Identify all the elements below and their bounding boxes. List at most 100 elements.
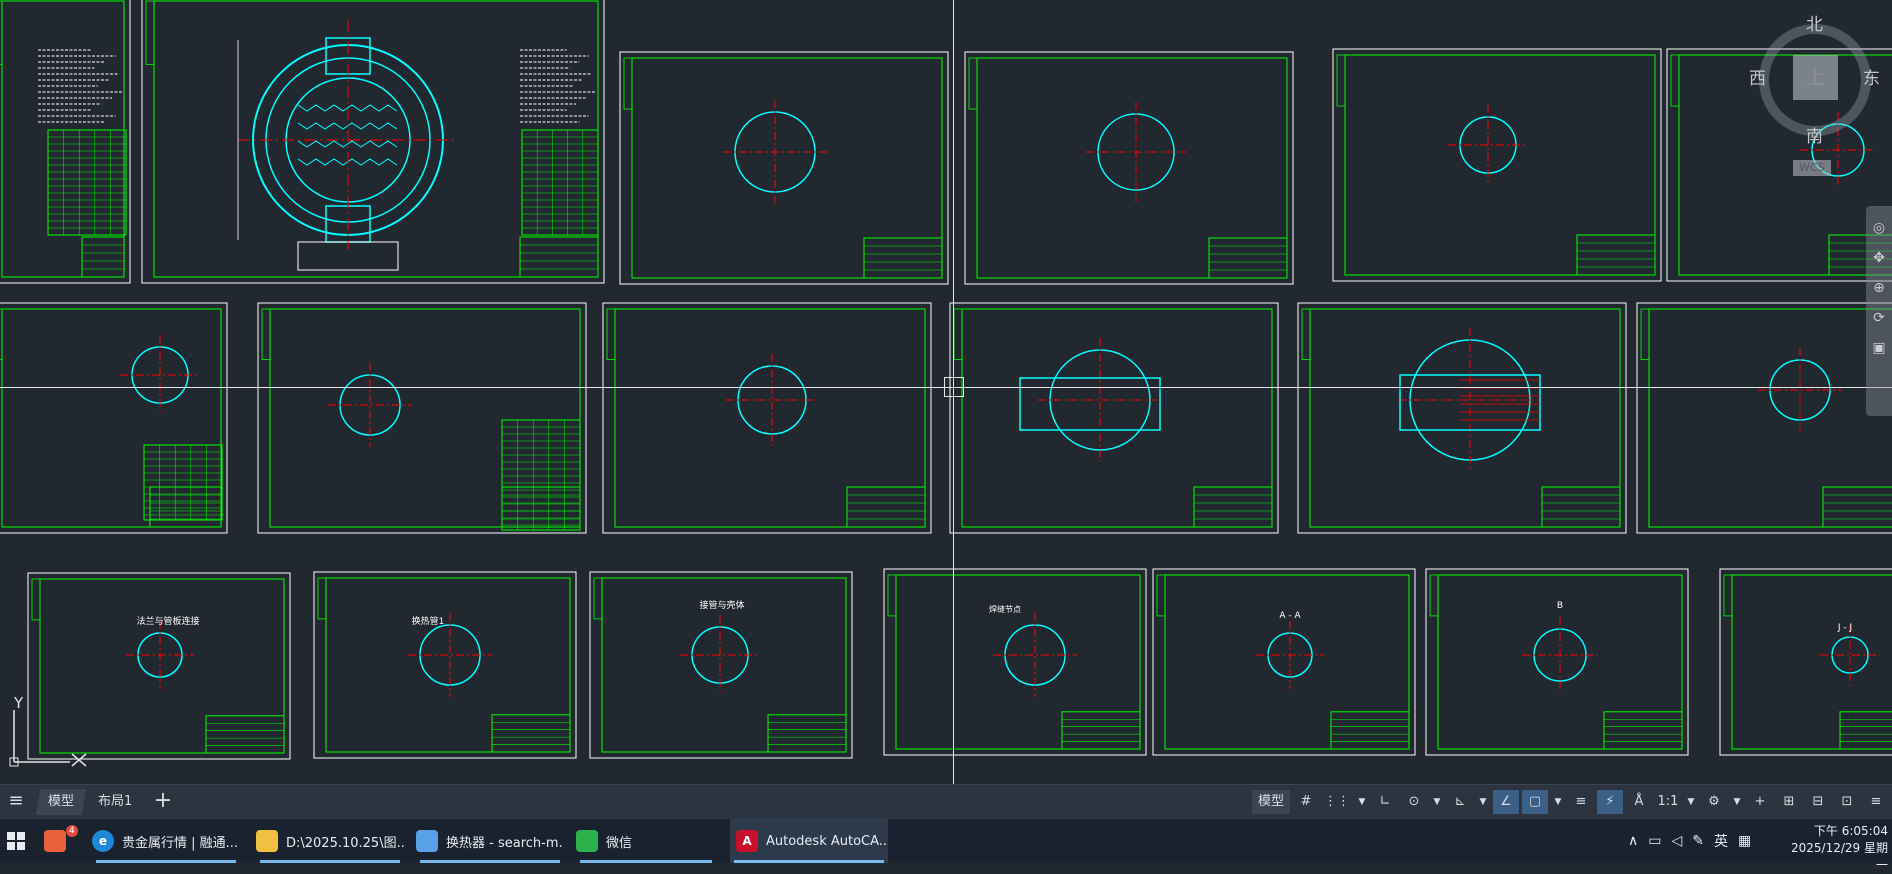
binding-strip (31, 578, 41, 621)
tab-model[interactable]: 模型 (35, 789, 87, 815)
taskbar-autocad-window[interactable]: A Autodesk AutoCA... (730, 819, 888, 863)
drawing-annotation: 焊缝节点 (989, 604, 1021, 614)
scale-menu-chevron-down-icon[interactable]: ▼ (1684, 790, 1698, 814)
compass-north[interactable]: 北 (1806, 10, 1823, 35)
viewcube-top-face[interactable]: 上 (1793, 55, 1838, 100)
zoom-icon[interactable]: ⊕ (1866, 280, 1892, 296)
wechat-window-title: 微信 (606, 835, 633, 851)
drawing-annotation: J - J (1837, 623, 1852, 633)
sheet-border (1636, 302, 1892, 534)
viewcube[interactable]: 上 北 南 东 西 WCS (1745, 10, 1885, 176)
polar-menu-chevron-down-icon[interactable]: ▼ (1430, 790, 1444, 814)
workspace-gear-icon[interactable]: ⚙ (1701, 790, 1727, 814)
sheet-frame (614, 308, 926, 528)
binding-strip (887, 574, 897, 617)
snap-icon[interactable]: ⋮⋮ (1322, 790, 1352, 814)
chevron-up-icon[interactable]: ∧ (1628, 833, 1638, 849)
title-block (1193, 486, 1273, 528)
ime-mode-icon[interactable]: ▦ (1738, 833, 1751, 849)
navigation-bar[interactable]: ◎ ✥ ⊕ ⟳ ▣ (1866, 206, 1892, 416)
workspace-menu-chevron-down-icon[interactable]: ▼ (1730, 790, 1744, 814)
compass-east[interactable]: 东 (1863, 64, 1880, 89)
isolate-objects-icon[interactable]: ⊞ (1776, 790, 1802, 814)
binding-strip (1336, 54, 1346, 107)
sheet-frame (1344, 54, 1656, 276)
lineweight-icon[interactable]: ≡ (1568, 790, 1594, 814)
grid-icon[interactable]: # (1293, 790, 1319, 814)
sheet-border (602, 302, 932, 534)
orbit-icon[interactable]: ⟳ (1866, 310, 1892, 326)
sheet-frame (153, 0, 599, 278)
binding-strip (606, 308, 616, 360)
snap-menu-chevron-down-icon[interactable]: ▼ (1355, 790, 1369, 814)
status-bar: 模型 # ⋮⋮ ▼ ∟ ⊙ ▼ ⊾ ▼ ∠ ▢ ▼ ≡ ⚡ Å 1:1 ▼ ⚙ … (1251, 788, 1892, 816)
annotation-scale-value[interactable]: 1:1 (1655, 790, 1681, 814)
steering-wheel-icon[interactable]: ◎ (1866, 220, 1892, 236)
drawing-canvas[interactable]: 法兰与管板连接 换热管1 接管与壳体 焊缝节点 A - A B J - J 上 北 南 东 … (0, 0, 1892, 784)
drawing-annotation: 接管与壳体 (699, 599, 744, 611)
compass-south[interactable]: 南 (1806, 122, 1823, 147)
ime-language-indicator[interactable]: 英 (1714, 831, 1728, 851)
selection-cycling-icon[interactable]: ▢ (1522, 790, 1548, 814)
system-tray: ∧ ▭ ◁ ✎ 英 ▦ (1628, 819, 1751, 863)
binding-strip (1723, 574, 1733, 617)
ortho-icon[interactable]: ∟ (1372, 790, 1398, 814)
taskbar-office-app[interactable]: 4 (44, 819, 82, 863)
binding-strip (0, 0, 3, 65)
volume-muted-icon[interactable]: ◁ (1671, 833, 1682, 849)
wcs-menu[interactable]: WCS (1793, 160, 1831, 176)
sheet-frame (325, 577, 571, 753)
taskbar-wechat-window[interactable]: 微信 (576, 819, 716, 863)
quick-properties-icon[interactable]: ⊟ (1805, 790, 1831, 814)
pen-icon[interactable]: ✎ (1692, 833, 1704, 849)
clock-date: 2025/12/29 星期一 (1791, 841, 1888, 872)
notification-badge: 4 (66, 825, 78, 837)
add-layout-icon[interactable]: + (150, 787, 176, 815)
compass-west[interactable]: 西 (1749, 64, 1766, 89)
pan-icon[interactable]: ✥ (1866, 250, 1892, 266)
tab-layout1[interactable]: 布局1 (88, 789, 142, 815)
system-clock[interactable]: 下午 6:05:04 2025/12/29 星期一 (1788, 823, 1888, 874)
tab-model-label: 模型 (48, 794, 75, 809)
model-space-button[interactable]: 模型 (1251, 790, 1290, 814)
title-block (81, 236, 125, 278)
sheet-border (883, 568, 1147, 756)
drawing-annotation: B (1557, 601, 1563, 611)
taskbar-browser-window[interactable]: e 贵金属行情 | 融通... (92, 819, 240, 863)
annotation-scale-icon[interactable]: Å (1626, 790, 1652, 814)
binding-strip (145, 0, 155, 65)
layout-menu-icon[interactable]: ≡ (6, 791, 26, 811)
binding-strip (1670, 54, 1680, 107)
exchanger-body (1019, 377, 1161, 431)
windows-start-icon[interactable] (0, 819, 38, 863)
binding-strip (593, 577, 603, 620)
selection-menu-chevron-down-icon[interactable]: ▼ (1551, 790, 1565, 814)
network-icon[interactable]: ▭ (1648, 833, 1661, 849)
taskbar-explorer-window[interactable]: D:\2025.10.25\图... (256, 819, 404, 863)
customize-menu-icon[interactable]: ≡ (1863, 790, 1889, 814)
title-block (1822, 486, 1892, 528)
sheet-frame (1309, 308, 1621, 528)
osnap-icon[interactable]: ⊾ (1447, 790, 1473, 814)
parts-table (521, 129, 599, 236)
fullscreen-icon[interactable]: ⊡ (1834, 790, 1860, 814)
sheet-border (949, 302, 1279, 534)
polar-icon[interactable]: ⊙ (1401, 790, 1427, 814)
annotation-monitor-plus-icon[interactable]: + (1747, 790, 1773, 814)
showmotion-icon[interactable]: ▣ (1866, 340, 1892, 356)
binding-strip (0, 308, 3, 360)
binding-strip (1301, 308, 1311, 360)
search-window-title: 换热器 - search-m... (446, 835, 564, 851)
sheet-frame (1, 308, 222, 528)
search-app-icon (416, 830, 438, 852)
sheet-frame (976, 57, 1288, 279)
taskbar-search-window[interactable]: 换热器 - search-m... (416, 819, 564, 863)
title-block (846, 486, 926, 528)
annotation-visibility-icon[interactable]: ⚡ (1597, 790, 1623, 814)
osnap-menu-chevron-down-icon[interactable]: ▼ (1476, 790, 1490, 814)
sheet-frame (1164, 574, 1410, 750)
binding-strip (1640, 308, 1650, 360)
otrack-icon[interactable]: ∠ (1493, 790, 1519, 814)
binding-strip (261, 308, 271, 360)
sheet-border (141, 0, 605, 284)
